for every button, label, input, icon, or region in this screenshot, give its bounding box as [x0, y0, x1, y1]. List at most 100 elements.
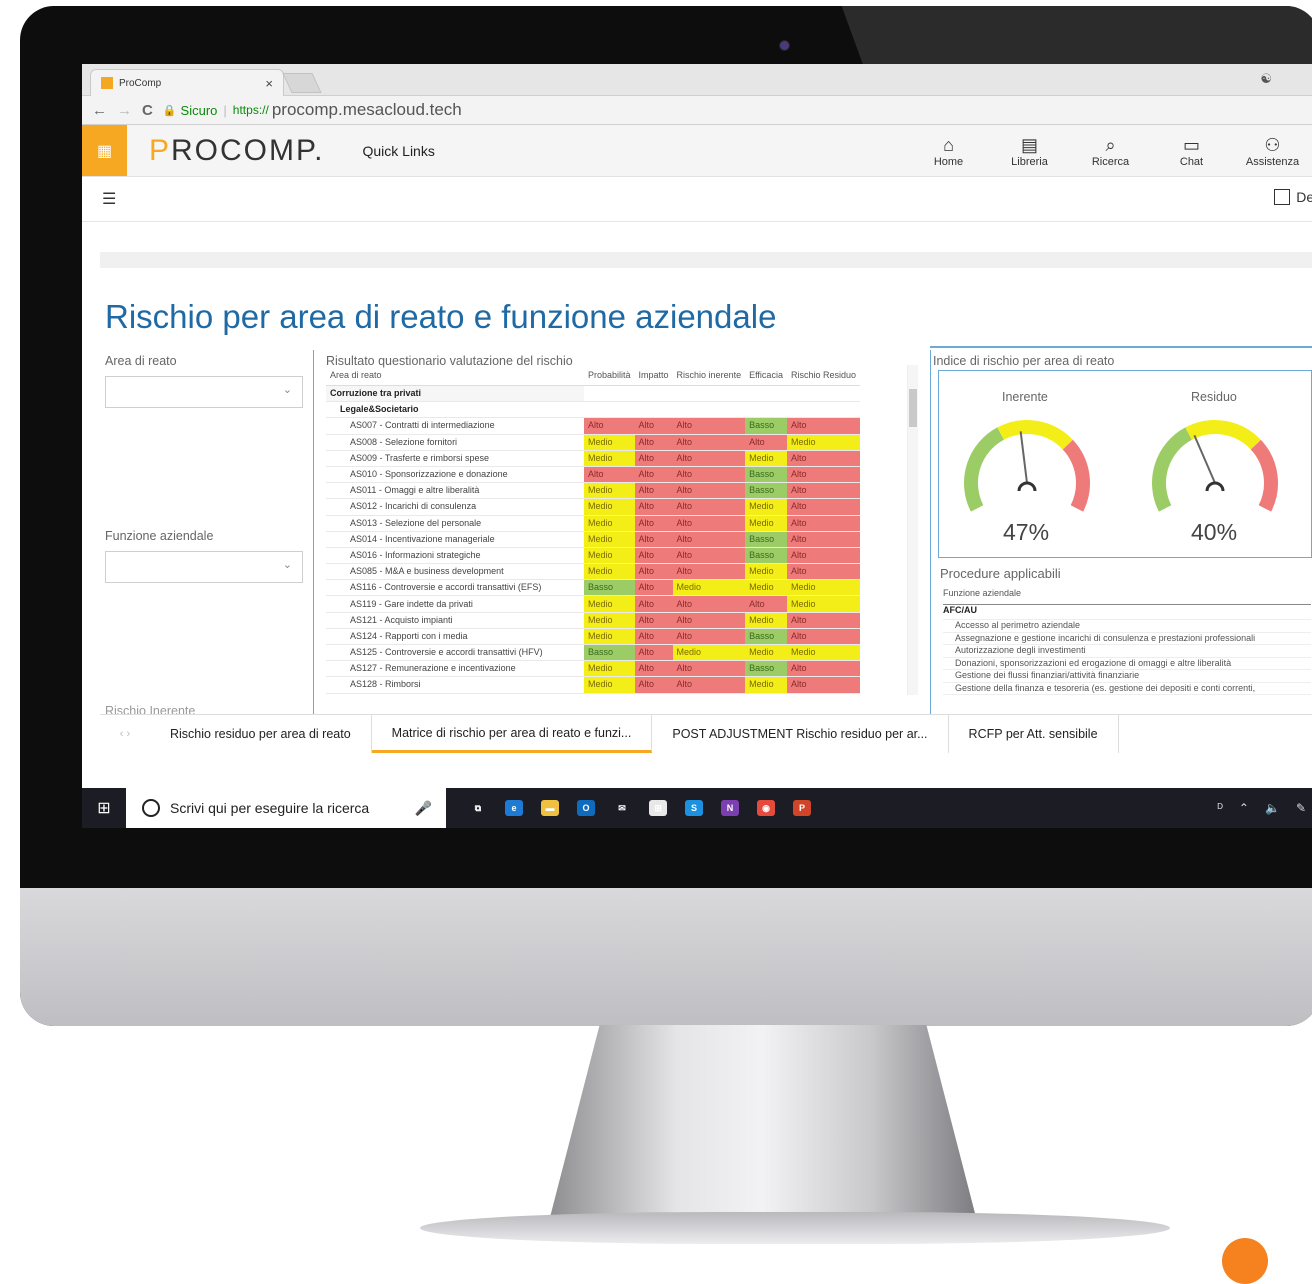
tab-title: ProComp — [119, 77, 162, 89]
list-item[interactable]: Donazioni, sponsorizzazioni ed erogazion… — [943, 658, 1311, 670]
browser-tab-bar: ProComp × ☯ — [82, 64, 1312, 96]
app-glyph: ◉ — [757, 800, 775, 816]
list-item[interactable]: Assegnazione e gestione incarichi di con… — [943, 633, 1311, 645]
risk-cell: Medio — [786, 434, 860, 451]
matrix-group-row[interactable]: Corruzione tra privati — [326, 385, 860, 403]
matrix-column-header[interactable]: Rischio inerente — [672, 365, 746, 386]
table-row[interactable]: AS012 - Incarichi di consulenza Medio Alto… — [326, 498, 860, 516]
list-item[interactable]: Accesso al perimetro aziendale — [943, 620, 1311, 633]
checkbox-box[interactable] — [1274, 189, 1291, 205]
risk-cell: Alto — [672, 660, 746, 678]
table-row[interactable]: AS014 - Incentivazione manageriale Medio A… — [326, 531, 860, 548]
app-glyph: N — [721, 800, 739, 816]
list-item[interactable]: Autorizzazione degli investimenti — [943, 645, 1311, 658]
user-circle-icon[interactable]: ☯ — [1260, 71, 1272, 87]
page-tab[interactable]: Rischio residuo per area di reato — [150, 715, 372, 753]
table-row[interactable]: AS124 - Rapporti con i media Medio Alto Alt… — [326, 628, 860, 646]
url-host: procomp.mesacloud.tech — [271, 100, 462, 119]
activity-cell: AS008 - Selezione fornitori — [326, 434, 584, 451]
app-grid-button[interactable]: ▦ — [82, 125, 127, 176]
activity-cell: AS128 - Rimborsi — [326, 676, 584, 694]
powerpoint-icon[interactable]: P — [784, 788, 820, 828]
volume-icon[interactable]: 🔈 — [1265, 801, 1280, 815]
nav-libreria[interactable]: ▤ Libreria — [989, 125, 1070, 176]
url-field[interactable]: 🔒 Sicuro | https:// procomp.mesacloud.te… — [163, 100, 462, 120]
procomp-logo[interactable]: PROCOMP. — [149, 134, 324, 168]
people-icon[interactable]: ᴰ — [1218, 801, 1223, 815]
file-explorer-icon[interactable]: ▬ — [532, 788, 568, 828]
page-tab-active[interactable]: Matrice di rischio per area di reato e f… — [371, 715, 653, 753]
edge-icon[interactable]: e — [496, 788, 532, 828]
table-row[interactable]: AS009 - Trasferte e rimborsi spese Medio A… — [326, 450, 860, 467]
outlook-icon[interactable]: O — [568, 788, 604, 828]
matrix-column-header[interactable]: Area di reato — [326, 365, 584, 386]
taskbar-search[interactable]: Scrivi qui per eseguire la ricerca 🎤 — [126, 788, 446, 828]
table-row[interactable]: AS116 - Controversie e accordi transatti… — [326, 579, 860, 597]
matrix-column-header[interactable]: Probabilità — [584, 365, 635, 386]
table-row[interactable]: AS127 - Remunerazione e incentivazione Me… — [326, 660, 860, 678]
risk-cell: Alto — [634, 531, 673, 548]
close-tab-icon[interactable]: × — [265, 76, 273, 91]
list-item[interactable]: Gestione dei flussi finanziari/attività … — [943, 670, 1311, 683]
back-icon[interactable]: ← — [92, 102, 107, 119]
microphone-icon[interactable]: 🎤 — [415, 800, 432, 817]
app-glyph: ⊞ — [649, 800, 667, 816]
area-filter-dropdown[interactable]: ⌄ — [105, 376, 303, 408]
reload-icon[interactable]: C — [142, 102, 153, 119]
risk-cell: Medio — [584, 434, 635, 451]
risk-cell: Medio — [584, 547, 635, 565]
list-menu-icon[interactable]: ☰ — [102, 189, 116, 209]
table-row[interactable]: AS119 - Gare indette da privati Medio Alto… — [326, 595, 860, 613]
proc-group[interactable]: AFC/AU — [943, 605, 1311, 620]
chrome-icon[interactable]: ◉ — [748, 788, 784, 828]
table-row[interactable]: AS010 - Sponsorizzazione e donazione Alto… — [326, 466, 860, 484]
matrix-column-header[interactable]: Rischio Residuo — [786, 365, 860, 386]
quick-links-menu[interactable]: Quick Links — [362, 143, 434, 159]
table-row[interactable]: AS016 - Informazioni strategiche Medio Alt… — [326, 547, 860, 565]
table-row[interactable]: AS125 - Controversie e accordi transatti… — [326, 644, 860, 662]
matrix-group-row[interactable]: Legale&Societario — [326, 401, 860, 419]
table-row[interactable]: AS013 - Selezione del personale Medio Alto… — [326, 515, 860, 532]
nav-assistenza[interactable]: ⚇ Assistenza — [1232, 125, 1312, 176]
store-icon[interactable]: ⊞ — [640, 788, 676, 828]
pen-icon[interactable]: ✎ — [1296, 801, 1306, 815]
onenote-icon[interactable]: N — [712, 788, 748, 828]
browser-tab[interactable]: ProComp × — [90, 69, 284, 96]
empty-cell — [584, 385, 860, 403]
risk-cell: Alto — [786, 466, 860, 484]
scrollbar-thumb[interactable] — [909, 389, 917, 427]
risk-cell: Medio — [584, 612, 635, 629]
app-header: ▦ PROCOMP. Quick Links ⌂ Home ▤ Libreria ⌕ Ri… — [82, 125, 1312, 177]
page-nav-arrows[interactable]: ‹ › — [100, 728, 150, 740]
matrix-column-header[interactable]: Efficacia — [745, 365, 787, 386]
page-tab[interactable]: RCFP per Att. sensibile — [949, 715, 1119, 753]
risk-cell: Alto — [786, 676, 860, 694]
funzione-filter-dropdown[interactable]: ⌄ — [105, 551, 303, 583]
page-tab[interactable]: POST ADJUSTMENT Rischio residuo per ar..… — [652, 715, 949, 753]
table-row[interactable]: AS008 - Selezione fornitori Medio Alto Alto… — [326, 434, 860, 451]
table-row[interactable]: AS011 - Omaggi e altre liberalità Medio Al… — [326, 482, 860, 500]
table-row[interactable]: AS128 - Rimborsi Medio Alto Alto Medio Alto — [326, 676, 860, 694]
proc-column-header[interactable]: Funzione aziendale — [943, 588, 1311, 605]
nav-ricerca[interactable]: ⌕ Ricerca — [1070, 125, 1151, 176]
table-row[interactable]: AS085 - M&A e business development Medio A… — [326, 563, 860, 581]
table-row[interactable]: AS121 - Acquisto impianti Medio Alto Alto Me… — [326, 612, 860, 629]
gauge-panel: Inerente Residuo 47% 40% — [938, 370, 1312, 558]
new-tab-button[interactable] — [282, 73, 322, 93]
forward-icon[interactable]: → — [117, 102, 132, 119]
nav-home[interactable]: ⌂ Home — [908, 125, 989, 176]
list-item[interactable]: Gestione della finanza e tesoreria (es. … — [943, 683, 1311, 695]
mail-icon[interactable]: ✉ — [604, 788, 640, 828]
panel-top-border — [930, 346, 1312, 348]
windows-start-icon[interactable]: ⊞ — [82, 798, 126, 818]
chevron-up-icon[interactable]: ⌃ — [1239, 801, 1249, 815]
risk-cell: Alto — [672, 434, 746, 451]
details-checkbox[interactable]: Det — [1274, 189, 1312, 205]
task-view-icon[interactable]: ⧉ — [460, 788, 496, 828]
matrix-scrollbar[interactable] — [907, 365, 918, 695]
skype-icon[interactable]: S — [676, 788, 712, 828]
risk-cell: Medio — [672, 644, 746, 662]
table-row[interactable]: AS007 - Contratti di intermediazione Alto… — [326, 417, 860, 435]
matrix-column-header[interactable]: Impatto — [634, 365, 673, 386]
nav-chat[interactable]: ▭ Chat — [1151, 125, 1232, 176]
